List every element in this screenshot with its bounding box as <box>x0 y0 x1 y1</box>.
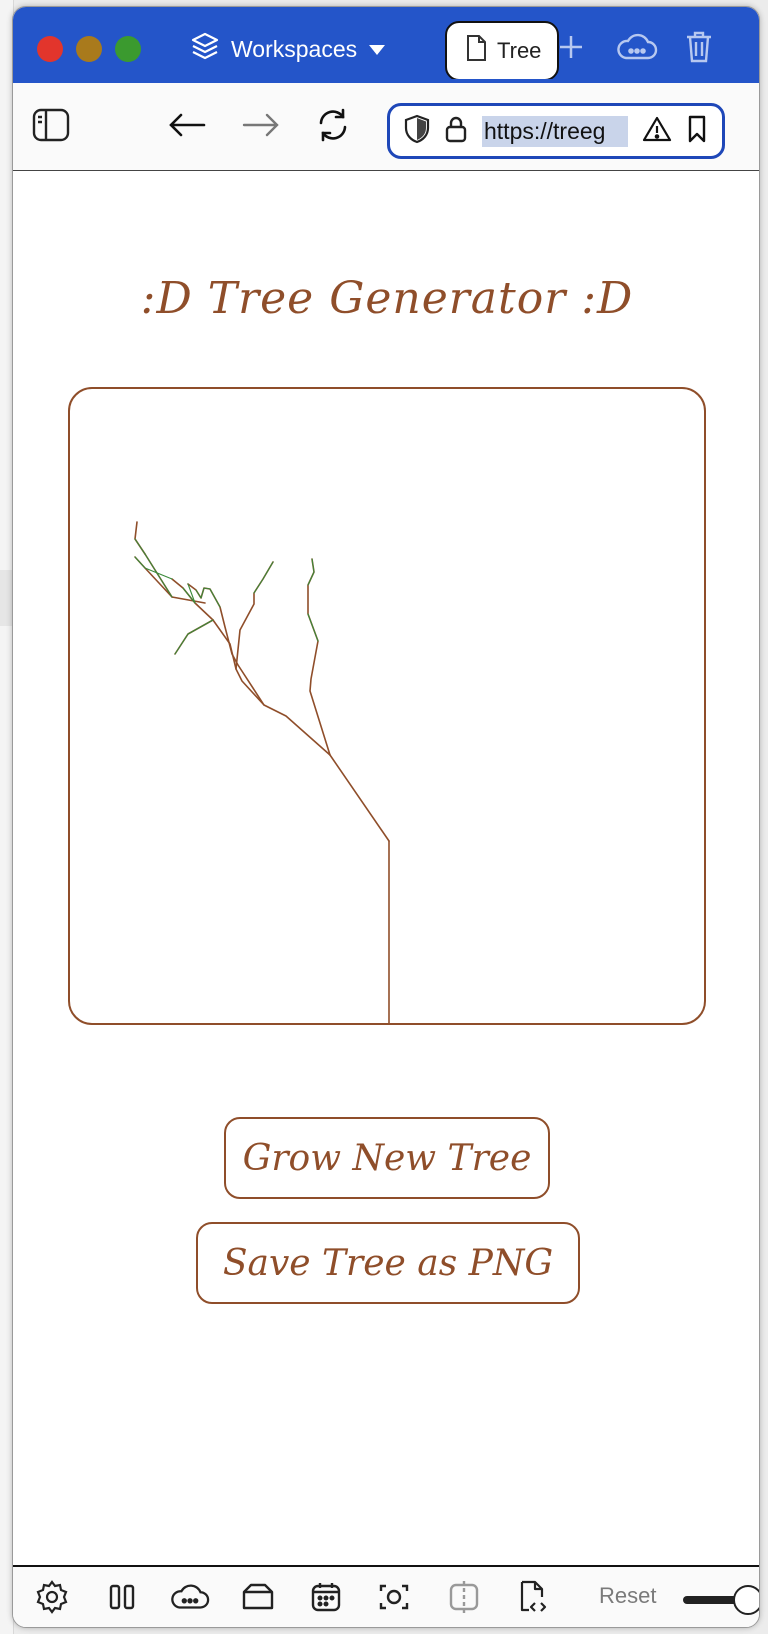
lock-icon <box>444 114 468 149</box>
back-button[interactable] <box>165 105 209 149</box>
tree-branch-1 <box>329 754 390 842</box>
minimize-window-button[interactable] <box>76 36 102 62</box>
tree-leaf-twig-6 <box>174 619 214 655</box>
page-title: :D Tree Generator :D <box>140 273 634 324</box>
screenshot-button[interactable] <box>375 1581 413 1617</box>
calendar-button[interactable] <box>307 1581 345 1617</box>
code-file-icon <box>517 1579 549 1620</box>
maximize-window-button[interactable] <box>115 36 141 62</box>
tree-leaf-twig-7 <box>134 538 173 598</box>
tree-branch-5 <box>235 561 274 670</box>
sidebar-toggle-button[interactable] <box>29 105 73 149</box>
tree-leaf-twig-0 <box>307 558 315 586</box>
layers-icon <box>189 30 221 68</box>
cloud-sync-button[interactable] <box>169 1581 211 1617</box>
new-tab-button[interactable] <box>551 31 591 67</box>
address-bar[interactable]: https://treeg <box>387 103 725 159</box>
plus-icon <box>557 33 585 66</box>
shield-icon <box>404 114 430 149</box>
reload-button[interactable] <box>311 105 355 149</box>
warning-icon[interactable] <box>642 115 672 148</box>
reload-icon <box>315 107 351 148</box>
nav-toolbar: https://treeg <box>13 83 759 171</box>
close-window-button[interactable] <box>37 36 63 62</box>
tree-branch-3 <box>212 619 331 756</box>
gear-icon <box>35 1579 69 1619</box>
mail-button[interactable] <box>239 1581 277 1617</box>
tile-button[interactable] <box>445 1580 483 1619</box>
title-bar: Workspaces Tree <box>13 7 759 83</box>
tree-leaf-twig-1 <box>307 613 319 642</box>
zoom-slider-knob[interactable] <box>733 1585 759 1615</box>
page-source-button[interactable] <box>513 1579 553 1620</box>
tab-tree[interactable]: Tree <box>445 21 559 81</box>
calendar-icon <box>310 1581 342 1618</box>
tree-leaf-twig-2 <box>195 587 221 608</box>
columns-icon <box>107 1582 137 1617</box>
tree-drawing <box>134 521 390 1023</box>
browser-window: Workspaces Tree https://treeg:D Tree Ge… <box>12 6 760 1628</box>
reset-zoom-button[interactable]: Reset <box>599 1583 656 1609</box>
split-view-button[interactable] <box>103 1581 141 1617</box>
bookmark-icon[interactable] <box>686 114 708 149</box>
web-page: :D Tree Generator :D Grow New Tree Save … <box>13 171 759 1565</box>
grow-new-tree-button[interactable]: Grow New Tree <box>224 1117 550 1199</box>
forward-button[interactable] <box>239 105 283 149</box>
save-tree-png-button[interactable]: Save Tree as PNG <box>196 1222 580 1304</box>
chevron-down-icon <box>367 36 387 63</box>
tree-branch-10 <box>134 521 146 555</box>
settings-button[interactable] <box>33 1579 71 1619</box>
zoom-slider[interactable] <box>683 1585 759 1615</box>
tree-branch-7 <box>174 619 214 655</box>
screenshot-icon <box>378 1581 410 1618</box>
status-bar: Reset <box>13 1565 759 1627</box>
mail-icon <box>241 1582 275 1617</box>
arrow-right-icon <box>242 112 280 143</box>
url-text[interactable]: https://treeg <box>482 115 628 147</box>
tree-branch-2 <box>307 558 331 756</box>
tab-title: Tree <box>497 38 542 63</box>
cloud-button[interactable] <box>613 31 661 67</box>
tree-leaf-twig-3 <box>253 561 274 594</box>
trash-icon <box>684 30 714 69</box>
sidebar-icon <box>32 108 70 147</box>
trash-button[interactable] <box>679 31 719 67</box>
cloud-icon <box>170 1582 210 1617</box>
workspaces-label: Workspaces <box>231 35 358 62</box>
document-icon <box>465 34 487 68</box>
cloud-icon <box>616 32 658 67</box>
workspaces-button[interactable]: Workspaces <box>189 29 387 69</box>
arrow-left-icon <box>168 112 206 143</box>
tree-canvas <box>68 387 706 1025</box>
split-icon <box>448 1580 480 1619</box>
